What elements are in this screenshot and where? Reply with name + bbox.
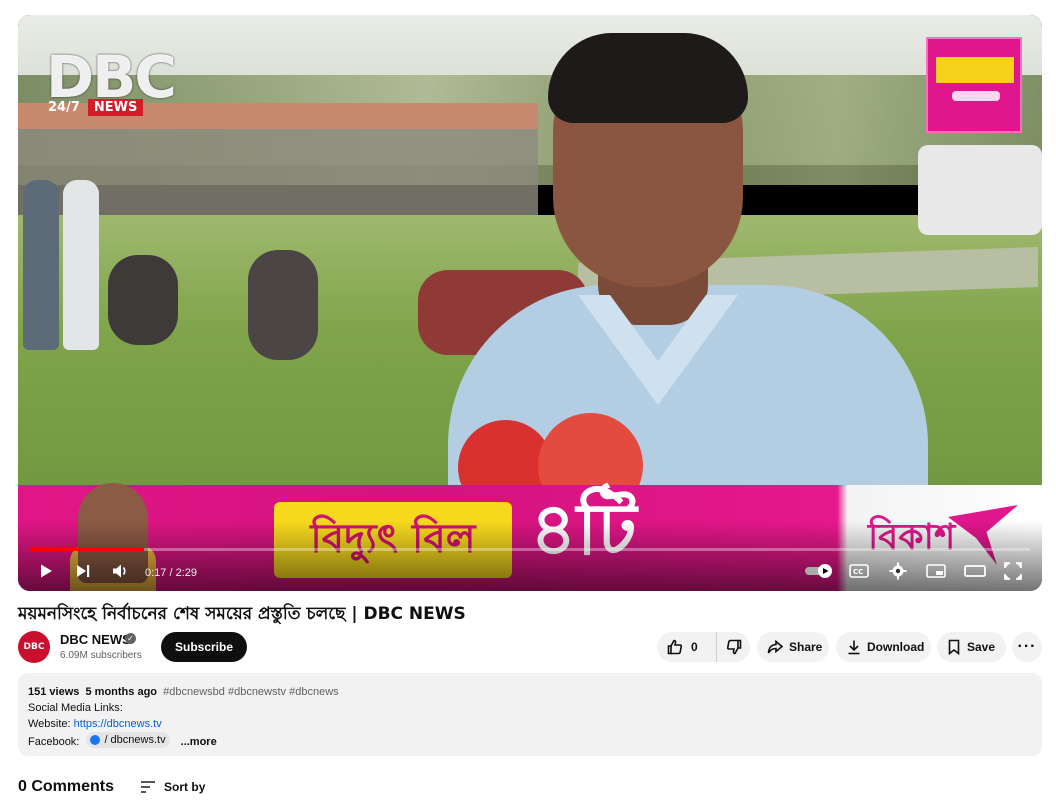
captions-icon: CC [849,564,869,578]
download-label: Download [867,640,925,654]
play-icon [41,564,52,578]
sort-label: Sort by [164,780,206,794]
progress-bar[interactable] [30,548,1030,551]
thumbs-down-icon [726,639,741,655]
download-icon [848,640,860,655]
save-label: Save [967,640,996,654]
bookmark-icon [948,639,960,655]
corner-badge-strip [936,57,1014,83]
view-count: 151 views [28,686,80,698]
channel-avatar[interactable]: DBC [18,631,50,663]
save-button[interactable]: Save [937,632,1006,662]
channel-watermark-sub: 24/7 NEWS [48,99,144,116]
gear-icon [889,562,907,580]
facebook-icon [90,735,101,745]
corner-badge-line [952,91,1000,101]
settings-button[interactable] [885,559,911,583]
avatar-text: DBC [23,642,45,652]
comments-header: 0 Comments Sort by [18,776,205,798]
facebook-label: Facebook: [28,736,80,748]
mute-button[interactable] [108,559,134,583]
video-title: ময়মনসিংহে নির্বাচনের শেষ সময়ের প্রস্তু… [18,604,466,624]
video-player[interactable]: DBC 24/7NEWS বিদ্যুৎ বিল ৪টি বিকাশ 0:17 … [18,15,1042,591]
sort-button[interactable]: Sort by [140,780,205,794]
share-button[interactable]: Share [757,632,829,662]
dislike-button[interactable] [717,632,750,662]
website-label: Website: [28,718,71,730]
upload-age: 5 months ago [85,686,158,698]
interviewee-hair [548,33,748,123]
share-label: Share [789,640,823,654]
verified-badge-icon: ✓ [125,633,136,644]
next-button[interactable] [71,559,95,583]
fullscreen-icon [1004,562,1022,580]
subscriber-count: 6.09M subscribers [60,650,142,661]
like-dislike-group: 0 [657,632,750,662]
svg-text:CC: CC [853,568,863,576]
corner-ad-badge [926,37,1022,133]
description-social-line: Social Media Links: [28,702,123,714]
channel-name[interactable]: DBC NEWS [60,632,131,647]
watermark-247: 24/7 [48,100,80,115]
volume-icon [113,564,126,578]
scene-bystander [63,180,99,350]
description-more-link[interactable]: ...more [181,736,217,748]
scene-motorcycle [108,255,178,345]
video-frame: DBC 24/7NEWS বিদ্যুৎ বিল ৪টি বিকাশ [18,15,1042,591]
like-count: 0 [691,640,698,654]
time-display: 0:17 / 2:29 [145,567,197,579]
miniplayer-button[interactable] [923,559,949,583]
thumbs-up-icon [667,639,683,655]
description-facebook-line: Facebook: / dbcnews.tv ...more [28,732,1032,750]
description-meta: 151 views 5 months ago #dbcnewsbd #dbcne… [28,684,1032,700]
autoplay-toggle[interactable] [804,559,834,583]
facebook-link-chip[interactable]: / dbcnews.tv [86,732,170,748]
scene-bus [918,145,1042,235]
sort-icon [141,781,156,793]
autoplay-toggle-icon [805,564,832,578]
fullscreen-button[interactable] [1001,559,1025,583]
facebook-handle: / dbcnews.tv [104,734,166,746]
theater-icon [964,565,986,577]
scene-motorcycle [248,250,318,360]
miniplayer-icon [926,564,946,578]
skip-next-icon [77,565,90,577]
progress-played [30,548,144,551]
like-button[interactable]: 0 [657,632,717,662]
more-actions-button[interactable]: ··· [1012,632,1042,662]
captions-button[interactable]: CC [846,559,872,583]
play-button[interactable] [34,559,58,583]
share-icon [767,639,783,654]
subscribe-button[interactable]: Subscribe [161,632,248,662]
more-icon: ··· [1017,638,1037,655]
scene-bystander [23,180,59,350]
watermark-news: NEWS [87,99,144,116]
comments-count: 0 Comments [18,778,115,795]
hashtags[interactable]: #dbcnewsbd #dbcnewstv #dbcnews [163,686,339,698]
website-link[interactable]: https://dbcnews.tv [74,718,162,730]
description-box[interactable]: 151 views 5 months ago #dbcnewsbd #dbcne… [18,673,1042,756]
download-button[interactable]: Download [836,632,931,662]
theater-mode-button[interactable] [961,559,989,583]
description-website-line: Website: https://dbcnews.tv [28,716,1032,732]
